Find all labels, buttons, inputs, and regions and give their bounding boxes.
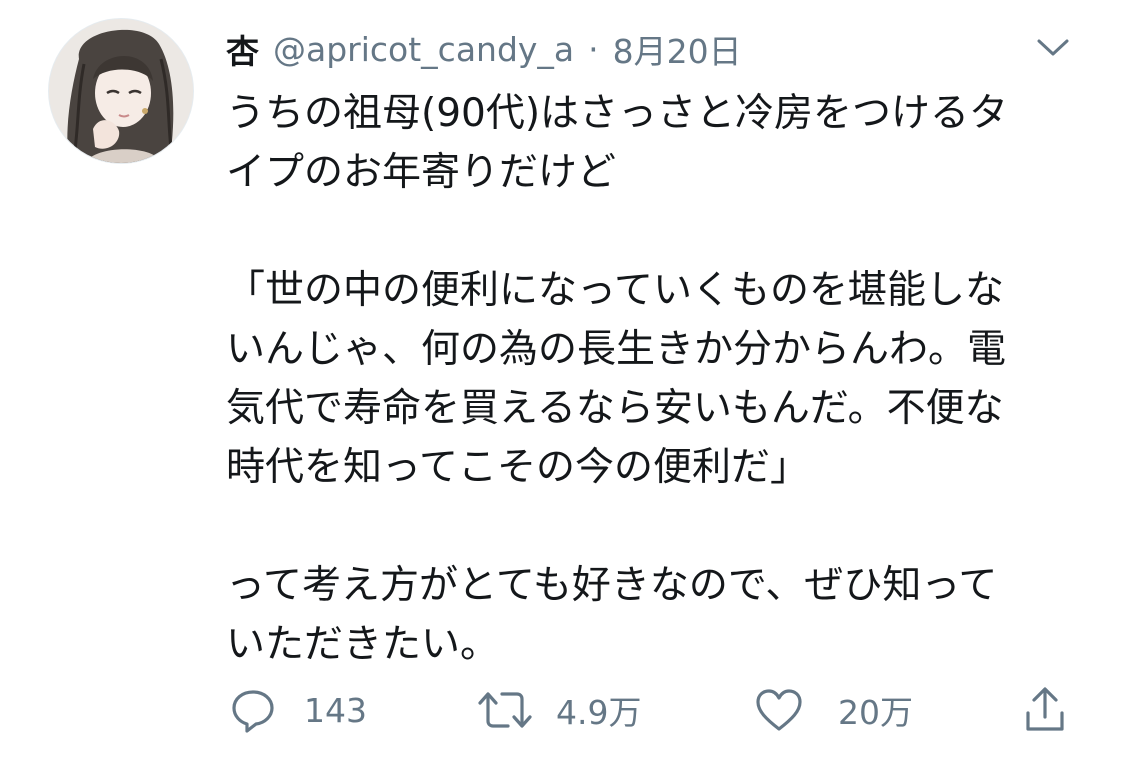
retweet-icon[interactable] xyxy=(476,687,534,733)
tweet-text-line: イプのお年寄りだけど xyxy=(226,150,617,195)
avatar[interactable] xyxy=(48,18,194,164)
avatar-illustration xyxy=(49,19,193,163)
retweet-count: 4.9万 xyxy=(556,693,642,732)
tweet: 杏 @apricot_candy_a · 8月20日 うちの祖母(90代)はさっ… xyxy=(0,0,1124,766)
tweet-text-line: いただきたい。 xyxy=(226,622,500,667)
tweet-text-line: いんじゃ、何の為の長生きか分からんわ。電 xyxy=(226,327,1007,372)
tweet-text-line: 時代を知ってこその今の便利だ」 xyxy=(226,445,810,490)
chevron-down-icon[interactable] xyxy=(1034,32,1072,62)
like-button[interactable]: 20万 xyxy=(754,680,913,740)
retweet-button[interactable]: 4.9万 xyxy=(476,680,641,740)
separator-dot: · xyxy=(588,29,599,69)
reply-count: 143 xyxy=(304,690,367,730)
share-icon[interactable] xyxy=(1022,685,1068,735)
tweet-date[interactable]: 8月20日 xyxy=(613,25,742,73)
reply-button[interactable]: 143 xyxy=(230,680,367,740)
tweet-text-line: って考え方がとても好きなので、ぜひ知って xyxy=(226,563,998,608)
reply-icon[interactable] xyxy=(230,687,276,733)
heart-icon[interactable] xyxy=(754,687,804,733)
tweet-actions: 143 4.9万 20万 xyxy=(0,680,1124,740)
tweet-text-line: うちの祖母(90代)はさっさと冷房をつけるタ xyxy=(226,91,1009,136)
display-name[interactable]: 杏 xyxy=(226,25,259,73)
tweet-text: うちの祖母(90代)はさっさと冷房をつけるタ イプのお年寄りだけど 「世の中の便… xyxy=(226,84,1086,674)
tweet-header: 杏 @apricot_candy_a · 8月20日 xyxy=(226,22,742,76)
like-count: 20万 xyxy=(838,693,913,732)
tweet-text-line: 気代で寿命を買えるなら安いもんだ。不便な xyxy=(226,386,1004,431)
handle[interactable]: @apricot_candy_a xyxy=(273,30,574,69)
share-button[interactable] xyxy=(1022,680,1068,740)
tweet-text-line: 「世の中の便利になっていくものを堪能しな xyxy=(226,268,1005,313)
